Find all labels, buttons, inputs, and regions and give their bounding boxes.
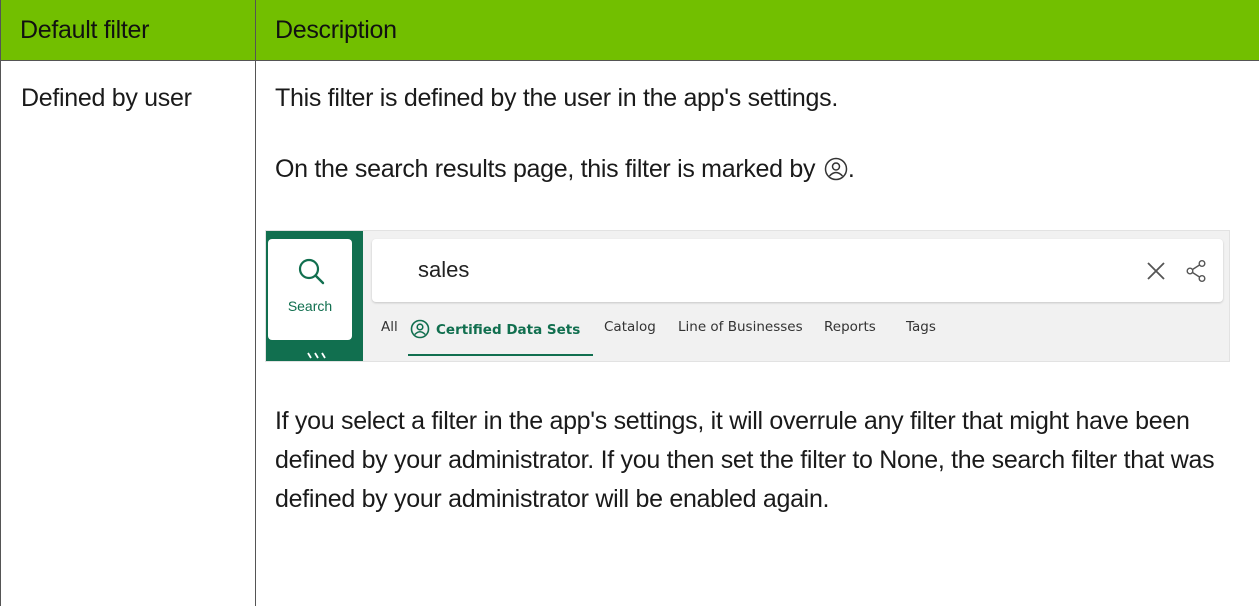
search-query: sales bbox=[418, 257, 470, 282]
tab-certified-data-sets[interactable]: Certified Data Sets bbox=[410, 319, 580, 339]
description-paragraph-1: This filter is defined by the user in th… bbox=[275, 84, 838, 112]
tab-line-of-businesses[interactable]: Line of Businesses bbox=[678, 319, 803, 335]
column-divider bbox=[255, 0, 256, 606]
collapse-handle-icon[interactable] bbox=[306, 349, 328, 367]
filter-name-cell: Defined by user bbox=[21, 84, 192, 112]
header-default-filter: Default filter bbox=[20, 16, 150, 44]
search-nav-button[interactable]: Search bbox=[268, 239, 352, 340]
side-rail: Search bbox=[266, 231, 363, 361]
paragraph-2-period: . bbox=[847, 155, 855, 183]
header-description: Description bbox=[275, 16, 397, 44]
user-circle-icon bbox=[410, 319, 430, 339]
search-icon bbox=[297, 257, 325, 290]
search-ui-screenshot: Search sales All Certified Data Sets Cat… bbox=[265, 230, 1230, 362]
paragraph-2-text: On the search results page, this filter … bbox=[275, 155, 816, 183]
description-paragraph-3: If you select a filter in the app's sett… bbox=[275, 407, 1215, 513]
user-circle-icon bbox=[824, 157, 848, 188]
search-nav-label: Search bbox=[287, 298, 333, 314]
close-icon[interactable] bbox=[1145, 260, 1167, 282]
tab-certified-label: Certified Data Sets bbox=[436, 322, 581, 338]
header-divider bbox=[0, 60, 1259, 61]
tab-reports[interactable]: Reports bbox=[824, 319, 876, 335]
search-input[interactable]: sales bbox=[372, 239, 1223, 302]
table-header: Default filter Description bbox=[0, 0, 1259, 60]
share-icon[interactable] bbox=[1185, 259, 1207, 283]
tab-tags[interactable]: Tags bbox=[906, 319, 936, 335]
filter-table: Default filter Description Defined by us… bbox=[0, 0, 1259, 606]
active-tab-indicator bbox=[408, 354, 593, 356]
table-border-left bbox=[0, 0, 1, 606]
description-paragraph-2: On the search results page, this filter … bbox=[275, 155, 855, 188]
tab-all[interactable]: All bbox=[381, 319, 398, 335]
tab-catalog[interactable]: Catalog bbox=[604, 319, 656, 335]
